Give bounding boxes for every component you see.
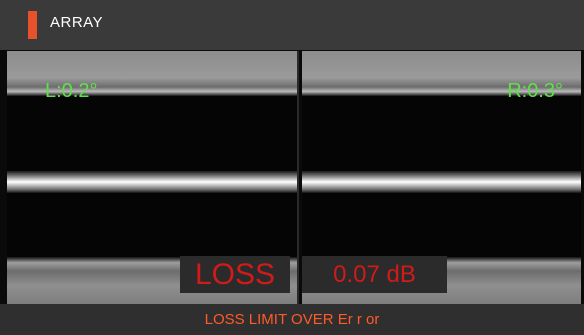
loss-value: 0.07 dB (302, 256, 447, 293)
fiber-core (302, 171, 581, 193)
title-bar: ARRAY (0, 0, 584, 50)
right-angle-readout: R:0.3° (507, 80, 563, 102)
error-message: LOSS LIMIT OVER Er r or (204, 311, 380, 328)
left-angle-readout: L:0.2° (45, 80, 98, 102)
screen-title: ARRAY (50, 14, 104, 31)
fiber-core (7, 171, 297, 193)
status-bar: LOSS LIMIT OVER Er r or (0, 304, 584, 335)
loss-label: LOSS (180, 256, 290, 293)
title-accent-marker (28, 11, 37, 39)
